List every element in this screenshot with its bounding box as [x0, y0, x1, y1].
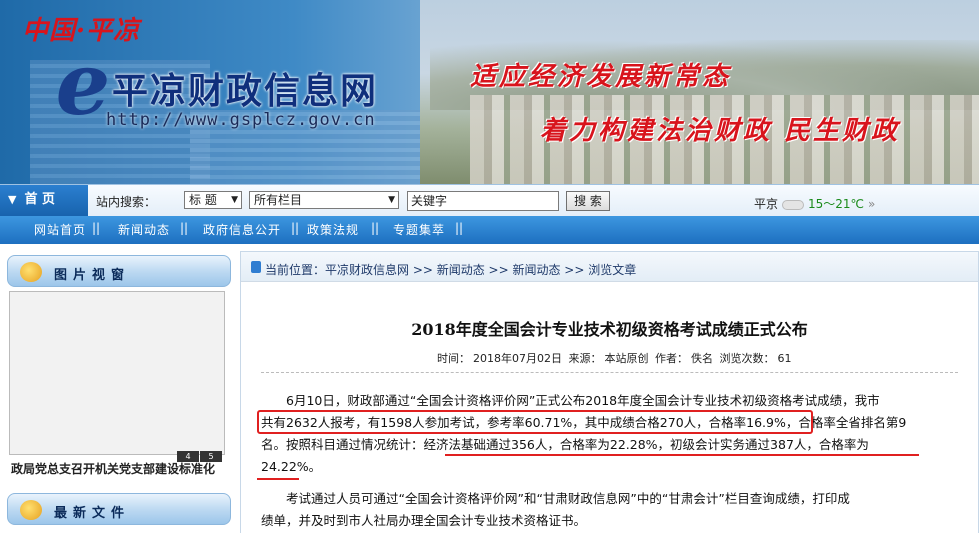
divider: [261, 372, 958, 373]
site-banner: 中国·平凉 e 平凉财政信息网 http://www.gsplcz.gov.cn…: [0, 0, 979, 184]
cloud-icon: [782, 199, 805, 210]
picture-slideshow[interactable]: [9, 291, 225, 455]
nav-item-policy[interactable]: 政策法规: [307, 221, 359, 238]
nav-item-topics[interactable]: 专题集萃: [393, 221, 445, 238]
files-panel-title: 最新文件: [54, 506, 131, 521]
left-sidebar: 图片视窗 45 政局党总支召开机关党支部建设标准化 最新文件: [7, 251, 231, 533]
search-label: 站内搜索：: [96, 195, 157, 209]
nav-item-gov-info[interactable]: 政府信息公开: [203, 221, 281, 238]
files-panel-header: 最新文件: [7, 493, 231, 525]
nav-separator: ||: [180, 221, 189, 235]
home-tab[interactable]: ▼ 首 页: [0, 185, 88, 217]
picture-caption[interactable]: 政局党总支召开机关党支部建设标准化: [11, 460, 229, 477]
search-field-select[interactable]: 标 题 ▼: [184, 191, 242, 209]
article-paragraph-line: 考试通过人员可通过“全国会计资格评价网”和“甘肃财政信息网”中的“甘肃会计”栏目…: [261, 491, 850, 506]
bullet-icon: [251, 261, 261, 273]
meta-author: 佚名: [691, 352, 713, 365]
meta-views-label: 浏览次数：: [719, 352, 775, 365]
meta-author-label: 作者：: [655, 352, 688, 365]
search-button[interactable]: 搜 索: [566, 191, 610, 211]
meta-views: 61: [777, 352, 792, 365]
meta-time-label: 时间：: [437, 352, 470, 365]
triangle-down-icon: ▼: [8, 193, 17, 206]
article-paragraph-line: 绩单，并及时到市人社局办理全国会计专业技术资格证书。: [261, 513, 587, 528]
picture-pager: 45: [177, 448, 223, 462]
meta-time: 2018年07月02日: [473, 352, 562, 365]
nav-separator: ||: [455, 221, 464, 235]
chevron-down-icon: ▼: [388, 195, 395, 205]
main-nav: 网站首页 || 新闻动态 || 政府信息公开 || 政策法规 || 专题集萃 |…: [0, 216, 979, 244]
breadcrumb[interactable]: 当前位置：平凉财政信息网 >> 新闻动态 >> 新闻动态 >> 浏览文章: [265, 261, 636, 278]
chevron-down-icon: ▼: [231, 195, 238, 205]
site-title[interactable]: 平凉财政信息网: [112, 62, 378, 114]
article-paragraph-line: 名。按照科目通过情况统计：经济法基础通过356人，合格率为22.28%，初级会计…: [261, 434, 869, 456]
search-field-value: 标 题: [189, 193, 217, 207]
article-paragraph-line: 6月10日，财政部通过“全国会计资格评价网”正式公布2018年度全国会计专业技术…: [261, 393, 880, 408]
underline-mark: [257, 478, 299, 480]
nav-separator: ||: [92, 221, 101, 235]
article-title: 2018年度全国会计专业技术初级资格考试成绩正式公布: [411, 320, 808, 339]
nav-separator: ||: [371, 221, 380, 235]
underlined-stats: 经济法基础通过356人，合格率为22.28%，初级会计实务通过387人，合格率为: [423, 437, 869, 452]
article-meta: 时间： 2018年07月02日 来源： 本站原创 作者： 佚名 浏览次数： 61: [437, 350, 795, 366]
weather-more-icon[interactable]: »: [868, 197, 875, 211]
search-column-value: 所有栏目: [254, 193, 303, 207]
breadcrumb-bar: 当前位置：平凉财政信息网 >> 新闻动态 >> 新闻动态 >> 浏览文章: [241, 252, 978, 282]
picture-panel-header: 图片视窗: [7, 255, 231, 287]
article-text: 名。按照科目通过情况统计：: [261, 437, 424, 452]
nav-item-home[interactable]: 网站首页: [34, 221, 86, 238]
document-icon: [20, 500, 42, 520]
weather-widget: 平京 15～21℃»: [754, 195, 875, 212]
underline-mark: [445, 454, 919, 456]
search-column-select[interactable]: 所有栏目 ▼: [249, 191, 399, 209]
search-bar: ▼ 首 页 站内搜索： 标 题 ▼ 所有栏目 ▼ 关键字 搜 索 平京 15～21℃…: [0, 184, 979, 217]
nav-separator: ||: [291, 221, 300, 235]
home-tab-label: 首 页: [24, 192, 55, 207]
weather-city: 平京: [754, 197, 779, 211]
weather-temp: 15～21℃: [808, 197, 865, 211]
highlight-box: [257, 410, 813, 434]
nav-item-news[interactable]: 新闻动态: [118, 221, 170, 238]
article-panel: 当前位置：平凉财政信息网 >> 新闻动态 >> 新闻动态 >> 浏览文章 201…: [240, 251, 979, 533]
picture-panel-title: 图片视窗: [54, 268, 131, 283]
site-url: http://www.gsplcz.gov.cn: [106, 110, 376, 130]
meta-source-label: 来源：: [568, 352, 602, 365]
slogan-1: 适应经济发展新常态: [470, 62, 732, 92]
search-input[interactable]: 关键字: [407, 191, 559, 211]
sun-icon: [20, 262, 42, 282]
article-paragraph-line: 24.22%。: [261, 459, 322, 474]
meta-source: 本站原创: [604, 352, 649, 365]
slogan-2: 着力构建法治财政 民生财政: [540, 116, 901, 146]
